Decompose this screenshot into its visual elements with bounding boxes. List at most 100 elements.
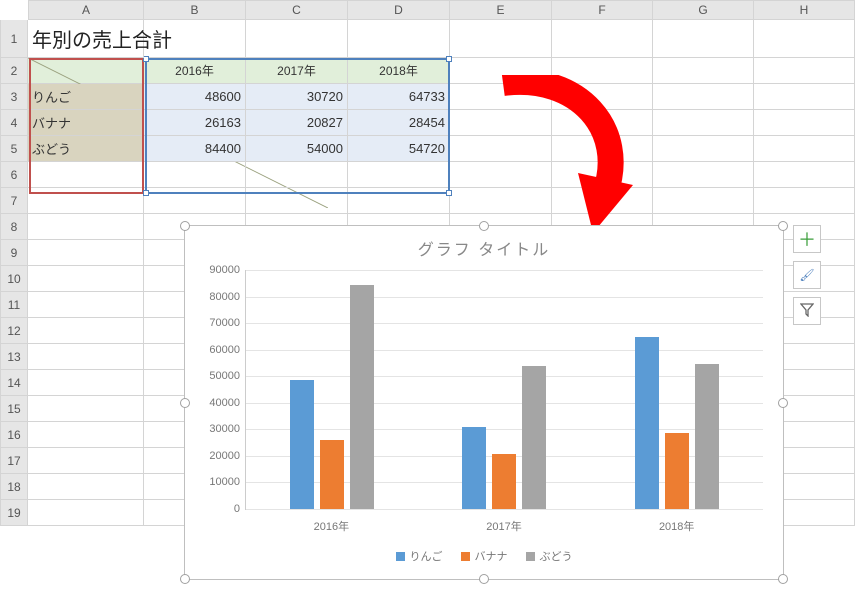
cell[interactable]: りんご: [28, 84, 144, 110]
cell[interactable]: [754, 136, 855, 162]
cell[interactable]: [450, 20, 552, 58]
cell[interactable]: [28, 240, 144, 266]
cell[interactable]: 84400: [144, 136, 246, 162]
bar-バナナ-2017年[interactable]: [492, 454, 516, 509]
row-header-16[interactable]: 16: [0, 422, 28, 448]
cell[interactable]: [28, 396, 144, 422]
bar-ぶどう-2017年[interactable]: [522, 366, 546, 509]
cell[interactable]: 64733: [348, 84, 450, 110]
cell[interactable]: [653, 58, 754, 84]
legend-item[interactable]: りんご: [396, 548, 443, 564]
row-header-3[interactable]: 3: [0, 84, 28, 110]
column-header-A[interactable]: A: [28, 0, 144, 20]
cell[interactable]: バナナ: [28, 110, 144, 136]
row-header-2[interactable]: 2: [0, 58, 28, 84]
row-header-9[interactable]: 9: [0, 240, 28, 266]
cell[interactable]: 2018年: [348, 58, 450, 84]
cell[interactable]: 20827: [246, 110, 348, 136]
column-header-G[interactable]: G: [653, 0, 754, 20]
chart-object[interactable]: グラフ タイトル 0100002000030000400005000060000…: [184, 225, 784, 580]
cell[interactable]: 48600: [144, 84, 246, 110]
cell[interactable]: [28, 422, 144, 448]
row-header-1[interactable]: 1: [0, 20, 28, 58]
bar-りんご-2017年[interactable]: [462, 427, 486, 509]
row-header-4[interactable]: 4: [0, 110, 28, 136]
row-header-11[interactable]: 11: [0, 292, 28, 318]
cell[interactable]: [754, 20, 855, 58]
cell[interactable]: [653, 162, 754, 188]
row-header-18[interactable]: 18: [0, 474, 28, 500]
cell[interactable]: 30720: [246, 84, 348, 110]
column-header-C[interactable]: C: [246, 0, 348, 20]
legend-item[interactable]: バナナ: [461, 548, 508, 564]
bar-バナナ-2016年[interactable]: [320, 440, 344, 509]
legend-item[interactable]: ぶどう: [526, 548, 573, 564]
row-header-19[interactable]: 19: [0, 500, 28, 526]
column-header-E[interactable]: E: [450, 0, 552, 20]
cell[interactable]: 28454: [348, 110, 450, 136]
cell[interactable]: [754, 162, 855, 188]
cell[interactable]: [144, 162, 246, 188]
row-header-13[interactable]: 13: [0, 344, 28, 370]
cell[interactable]: ぶどう: [28, 136, 144, 162]
cell[interactable]: [653, 20, 754, 58]
cell[interactable]: [246, 188, 348, 214]
cell[interactable]: 54720: [348, 136, 450, 162]
bar-バナナ-2018年[interactable]: [665, 433, 689, 509]
chart-filters-button[interactable]: [793, 297, 821, 325]
cell[interactable]: [28, 58, 144, 84]
cell[interactable]: 2016年: [144, 58, 246, 84]
cell[interactable]: [552, 20, 653, 58]
cell[interactable]: [754, 58, 855, 84]
bar-りんご-2016年[interactable]: [290, 380, 314, 509]
chart-legend[interactable]: りんご バナナ ぶどう: [185, 548, 783, 564]
cell[interactable]: [246, 20, 348, 58]
chart-plot-area[interactable]: 0100002000030000400005000060000700008000…: [245, 270, 763, 510]
cell[interactable]: [28, 266, 144, 292]
bar-ぶどう-2018年[interactable]: [695, 364, 719, 509]
cell[interactable]: [246, 162, 348, 188]
row-header-5[interactable]: 5: [0, 136, 28, 162]
bar-ぶどう-2016年[interactable]: [350, 285, 374, 509]
cell[interactable]: [28, 292, 144, 318]
cell[interactable]: [28, 370, 144, 396]
column-header-D[interactable]: D: [348, 0, 450, 20]
cell[interactable]: 年別の売上合計: [28, 20, 144, 58]
column-header-B[interactable]: B: [144, 0, 246, 20]
row-header-14[interactable]: 14: [0, 370, 28, 396]
cell[interactable]: [28, 448, 144, 474]
column-header-F[interactable]: F: [552, 0, 653, 20]
cell[interactable]: [28, 188, 144, 214]
cell[interactable]: [28, 344, 144, 370]
cell[interactable]: [653, 188, 754, 214]
row-header-6[interactable]: 6: [0, 162, 28, 188]
row-header-15[interactable]: 15: [0, 396, 28, 422]
cell[interactable]: [653, 110, 754, 136]
cell[interactable]: [28, 162, 144, 188]
bar-りんご-2018年[interactable]: [635, 337, 659, 509]
column-header-H[interactable]: H: [754, 0, 855, 20]
row-header-10[interactable]: 10: [0, 266, 28, 292]
cell[interactable]: 2017年: [246, 58, 348, 84]
cell[interactable]: [348, 20, 450, 58]
cell[interactable]: [28, 500, 144, 526]
cell[interactable]: [754, 84, 855, 110]
chart-title[interactable]: グラフ タイトル: [185, 226, 783, 264]
cell[interactable]: [754, 188, 855, 214]
cell[interactable]: [348, 188, 450, 214]
cell[interactable]: [144, 188, 246, 214]
chart-styles-button[interactable]: 🖌: [793, 261, 821, 289]
cell[interactable]: [653, 84, 754, 110]
chart-elements-button[interactable]: ＋: [793, 225, 821, 253]
row-header-7[interactable]: 7: [0, 188, 28, 214]
cell[interactable]: [28, 474, 144, 500]
cell[interactable]: [28, 214, 144, 240]
cell[interactable]: [28, 318, 144, 344]
cell[interactable]: [653, 136, 754, 162]
row-header-17[interactable]: 17: [0, 448, 28, 474]
cell[interactable]: [348, 162, 450, 188]
row-header-8[interactable]: 8: [0, 214, 28, 240]
row-header-12[interactable]: 12: [0, 318, 28, 344]
cell[interactable]: [754, 110, 855, 136]
cell[interactable]: 54000: [246, 136, 348, 162]
